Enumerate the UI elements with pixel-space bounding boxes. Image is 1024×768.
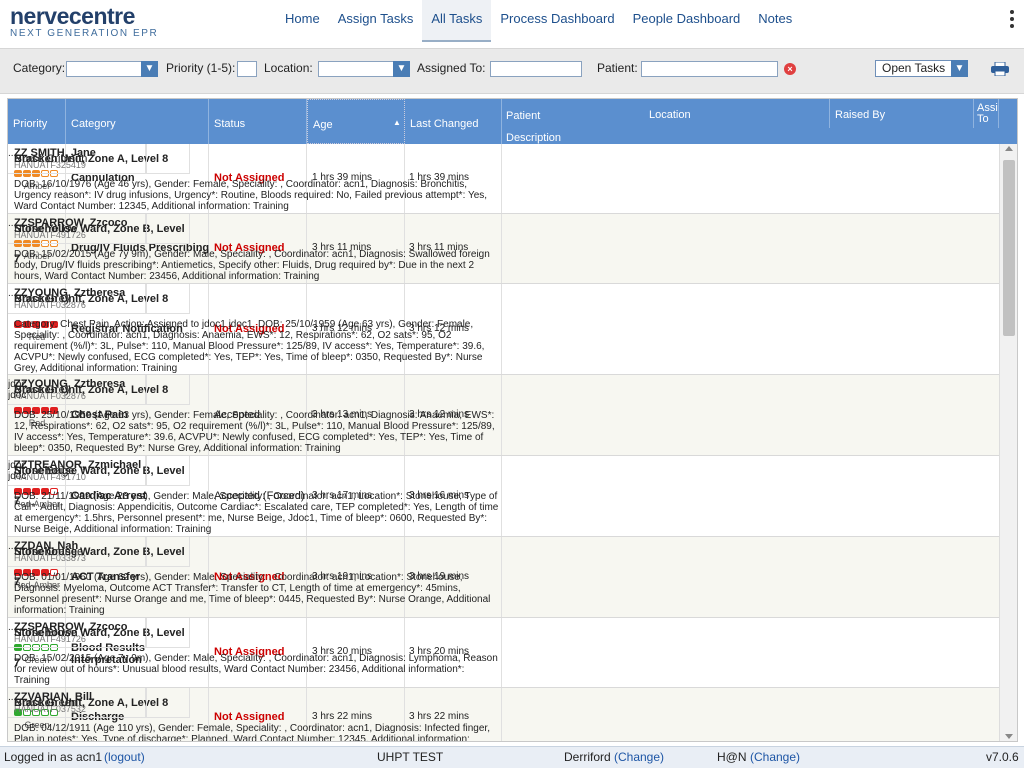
category-select[interactable]: ▼: [66, 61, 158, 77]
task-assigned-to[interactable]: jdoc jdoc: [8, 456, 30, 486]
header-priority-label: Priority: [13, 118, 48, 130]
header-category-label: Category: [71, 118, 116, 130]
chevron-down-icon: ▼: [951, 60, 968, 77]
header-last-changed[interactable]: Last Changed: [405, 99, 502, 144]
task-description: DOB: 25/10/1959 (Age 63 yrs), Gender: Fe…: [14, 410, 495, 454]
header-location-label: Location: [649, 109, 691, 121]
table-header: Priority Category Status Age ▲ Last Chang…: [8, 99, 1017, 144]
table-row[interactable]: Green Blood Results Interpretation Not Ass…: [8, 618, 999, 688]
table-row[interactable]: Red-Amber Cardiac Arrest Accepted (Forced)…: [8, 456, 999, 537]
patient-input[interactable]: [641, 61, 778, 77]
location-select[interactable]: ▼: [318, 61, 410, 77]
header-status[interactable]: Status: [209, 99, 307, 144]
table-row[interactable]: Green Discharge Not Assigned 3 hrs 22 mins 3…: [8, 688, 999, 742]
main-nav: Home Assign Tasks All Tasks Process Dashboa…: [276, 0, 801, 42]
header-raised-by[interactable]: Raised By: [830, 99, 974, 128]
task-description: DOB: 04/12/1911 (Age 110 yrs), Gender: F…: [14, 723, 490, 742]
header-location[interactable]: Location: [644, 99, 830, 128]
scroll-thumb[interactable]: [1003, 160, 1015, 336]
header-description-label: Description: [506, 132, 562, 144]
header-patient[interactable]: Patient Description: [502, 99, 644, 144]
priority-label: Priority (1-5):: [166, 61, 236, 75]
nav-notes[interactable]: Notes: [749, 0, 801, 42]
header-priority[interactable]: Priority: [8, 99, 66, 144]
table-row[interactable]: Red Registrar Notification Not Assigned 3 h…: [8, 284, 999, 375]
nav-people-dashboard[interactable]: People Dashboard: [624, 0, 750, 42]
task-assigned-to[interactable]: ...: [8, 618, 30, 648]
task-description: DOB: 16/10/1976 (Age 46 yrs), Gender: Fe…: [14, 179, 488, 212]
task-description: Category: Chest Pain, Action: Assigned t…: [14, 319, 485, 373]
task-description: DOB: 01/01/1960 (Age 62 yrs), Gender: Ma…: [14, 572, 491, 616]
logo-tagline: NEXT GENERATION EPR: [10, 28, 159, 39]
scroll-down-icon[interactable]: [1005, 734, 1013, 739]
header-raised-by-label: Raised By: [835, 109, 886, 121]
view-select[interactable]: Open Tasks ▼: [875, 60, 968, 77]
kebab-menu-icon[interactable]: [1008, 8, 1016, 32]
hospital-name: Derriford: [564, 750, 611, 764]
task-assigned-to[interactable]: ...: [8, 144, 30, 174]
location-label: Location:: [264, 61, 313, 75]
table-scrollbar[interactable]: [999, 144, 1017, 741]
nav-home[interactable]: Home: [276, 0, 329, 42]
view-select-value: Open Tasks: [882, 61, 946, 75]
task-description: DOB: 15/02/2015 (Age 7y 9m), Gender: Mal…: [14, 249, 490, 282]
header-assigned-to-label: Assig To: [977, 102, 998, 125]
table-row[interactable]: Amber Cannulation Not Assigned 1 hrs 39 min…: [8, 144, 999, 214]
logout-link[interactable]: (logout): [104, 747, 145, 767]
task-description: DOB: 21/11/1999 (Age 23 yrs), Gender: Ma…: [14, 491, 499, 535]
logo: nervecentre NEXT GENERATION EPR: [10, 4, 158, 39]
status-footer: Logged in as acn1 (logout) UHPT TEST Der…: [0, 746, 1024, 768]
print-icon[interactable]: [991, 62, 1009, 76]
category-label: Category:: [13, 61, 66, 75]
assigned-to-input[interactable]: [490, 61, 582, 77]
table-row[interactable]: Amber Drug/IV Fluids Prescribing Not Assig…: [8, 214, 999, 284]
header-age[interactable]: Age ▲: [307, 99, 405, 144]
task-description: DOB: 15/02/2015 (Age 7y 9m), Gender: Mal…: [14, 653, 498, 686]
task-assigned-to[interactable]: ...: [8, 284, 30, 314]
header-category[interactable]: Category: [66, 99, 209, 144]
task-assigned-to[interactable]: ...: [8, 214, 30, 244]
task-assigned-to[interactable]: ...: [8, 537, 30, 567]
header-assigned-to[interactable]: Assig To: [974, 99, 999, 128]
header-last-changed-label: Last Changed: [410, 118, 479, 130]
table-row[interactable]: Red Chest Pain Accepted 3 hrs 13 mins 3 hrs …: [8, 375, 999, 456]
task-assigned-to[interactable]: jdoc jdoc: [8, 375, 30, 405]
assigned-to-label: Assigned To:: [417, 61, 486, 75]
clear-filter-icon[interactable]: ×: [784, 63, 796, 75]
patient-label: Patient:: [597, 61, 638, 75]
header-age-label: Age: [313, 119, 333, 131]
change-team-link[interactable]: (Change): [750, 747, 800, 767]
nav-assign-tasks[interactable]: Assign Tasks: [329, 0, 423, 42]
tasks-table: Priority Category Status Age ▲ Last Chang…: [7, 98, 1018, 742]
nav-all-tasks[interactable]: All Tasks: [422, 0, 492, 42]
site-name: UHPT TEST: [377, 750, 444, 764]
table-row[interactable]: Red-Amber ACT Transfer Not Assigned 3 hrs 1…: [8, 537, 999, 618]
scroll-up-icon[interactable]: [1005, 146, 1013, 151]
app-root: nervecentre NEXT GENERATION EPR Home Assi…: [0, 0, 1024, 768]
filter-bar: Category: ▼ Priority (1-5): Location: ▼ …: [0, 48, 1024, 94]
logo-wordmark: nervecentre: [10, 3, 135, 29]
sort-asc-icon: ▲: [393, 118, 401, 127]
header-status-label: Status: [214, 118, 246, 130]
team-name: H@N: [717, 750, 747, 764]
top-bar: nervecentre NEXT GENERATION EPR Home Assi…: [0, 0, 1024, 42]
logged-in-text: Logged in as acn1: [4, 750, 103, 764]
chevron-down-icon: ▼: [141, 61, 158, 77]
header-patient-label: Patient: [506, 110, 541, 122]
change-hospital-link[interactable]: (Change): [614, 747, 664, 767]
version-text: v7.0.6: [986, 750, 1019, 764]
task-assigned-to[interactable]: ...: [8, 688, 30, 718]
nav-process-dashboard[interactable]: Process Dashboard: [491, 0, 623, 42]
priority-input[interactable]: [237, 61, 257, 77]
chevron-down-icon: ▼: [393, 61, 410, 77]
